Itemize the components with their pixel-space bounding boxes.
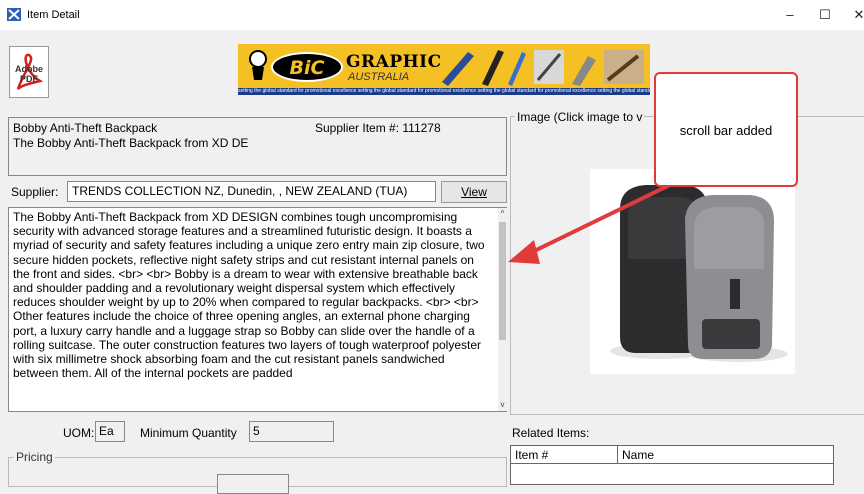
scroll-thumb[interactable] — [499, 222, 506, 340]
image-legend: Image (Click image to v — [515, 110, 645, 124]
item-header-box: Bobby Anti-Theft Backpack Supplier Item … — [8, 117, 507, 176]
bic-tagline-strip: setting the global standard for promotio… — [238, 88, 650, 95]
adobe-pdf-icon[interactable]: Adobe PDF — [9, 46, 49, 98]
scroll-up-icon[interactable]: ^ — [498, 209, 507, 218]
app-icon — [7, 8, 21, 21]
uom-field[interactable]: Ea — [95, 421, 125, 442]
minimize-button[interactable]: – — [780, 6, 800, 24]
product-subtitle: The Bobby Anti-Theft Backpack from XD DE — [13, 136, 249, 150]
australia-word: AUSTRALIA — [348, 71, 410, 83]
close-button[interactable]: ✕ — [849, 6, 864, 24]
view-button-label: View — [461, 185, 487, 199]
pricing-legend: Pricing — [14, 450, 55, 464]
supplier-field[interactable]: TRENDS COLLECTION NZ, Dunedin, , NEW ZEA… — [67, 181, 436, 202]
pens-illustration-icon — [442, 50, 644, 86]
min-quantity-label: Minimum Quantity — [140, 426, 237, 440]
graphic-word: GRAPHIC — [346, 52, 442, 72]
column-header-name[interactable]: Name — [618, 446, 833, 464]
title-bar: Item Detail – ☐ ✕ — [0, 0, 864, 30]
bic-logo-oval: BiC — [271, 52, 343, 82]
pdf-label: Adobe PDF — [15, 64, 43, 84]
scroll-down-icon[interactable]: v — [498, 400, 507, 409]
description-text: The Bobby Anti-Theft Backpack from XD DE… — [13, 210, 485, 381]
product-image[interactable] — [590, 169, 795, 374]
bic-word: BiC — [289, 57, 325, 79]
column-header-item[interactable]: Item # — [511, 446, 618, 464]
view-supplier-button[interactable]: View — [441, 181, 507, 203]
window-title: Item Detail — [27, 9, 80, 21]
bic-graphic-banner: BiC GRAPHIC AUSTRALIA setting the global… — [238, 44, 650, 95]
maximize-button[interactable]: ☐ — [815, 6, 835, 24]
uom-label: UOM: — [63, 426, 95, 440]
supplier-item-number: Supplier Item #: 111278 — [315, 121, 441, 135]
bic-boy-icon — [249, 50, 267, 80]
description-textbox[interactable]: The Bobby Anti-Theft Backpack from XD DE… — [8, 207, 507, 412]
description-scrollbar[interactable]: ^ v — [498, 208, 507, 411]
related-items-label: Related Items: — [512, 426, 590, 440]
annotation-text: scroll bar added — [679, 123, 773, 138]
product-name: Bobby Anti-Theft Backpack — [13, 121, 158, 135]
min-quantity-field[interactable]: 5 — [249, 421, 334, 442]
annotation-callout: scroll bar added — [654, 72, 798, 187]
backpack-image-icon — [610, 185, 788, 362]
supplier-label: Supplier: — [11, 185, 59, 199]
related-items-table[interactable]: Item # Name — [510, 445, 834, 485]
pricing-field[interactable] — [217, 474, 289, 494]
